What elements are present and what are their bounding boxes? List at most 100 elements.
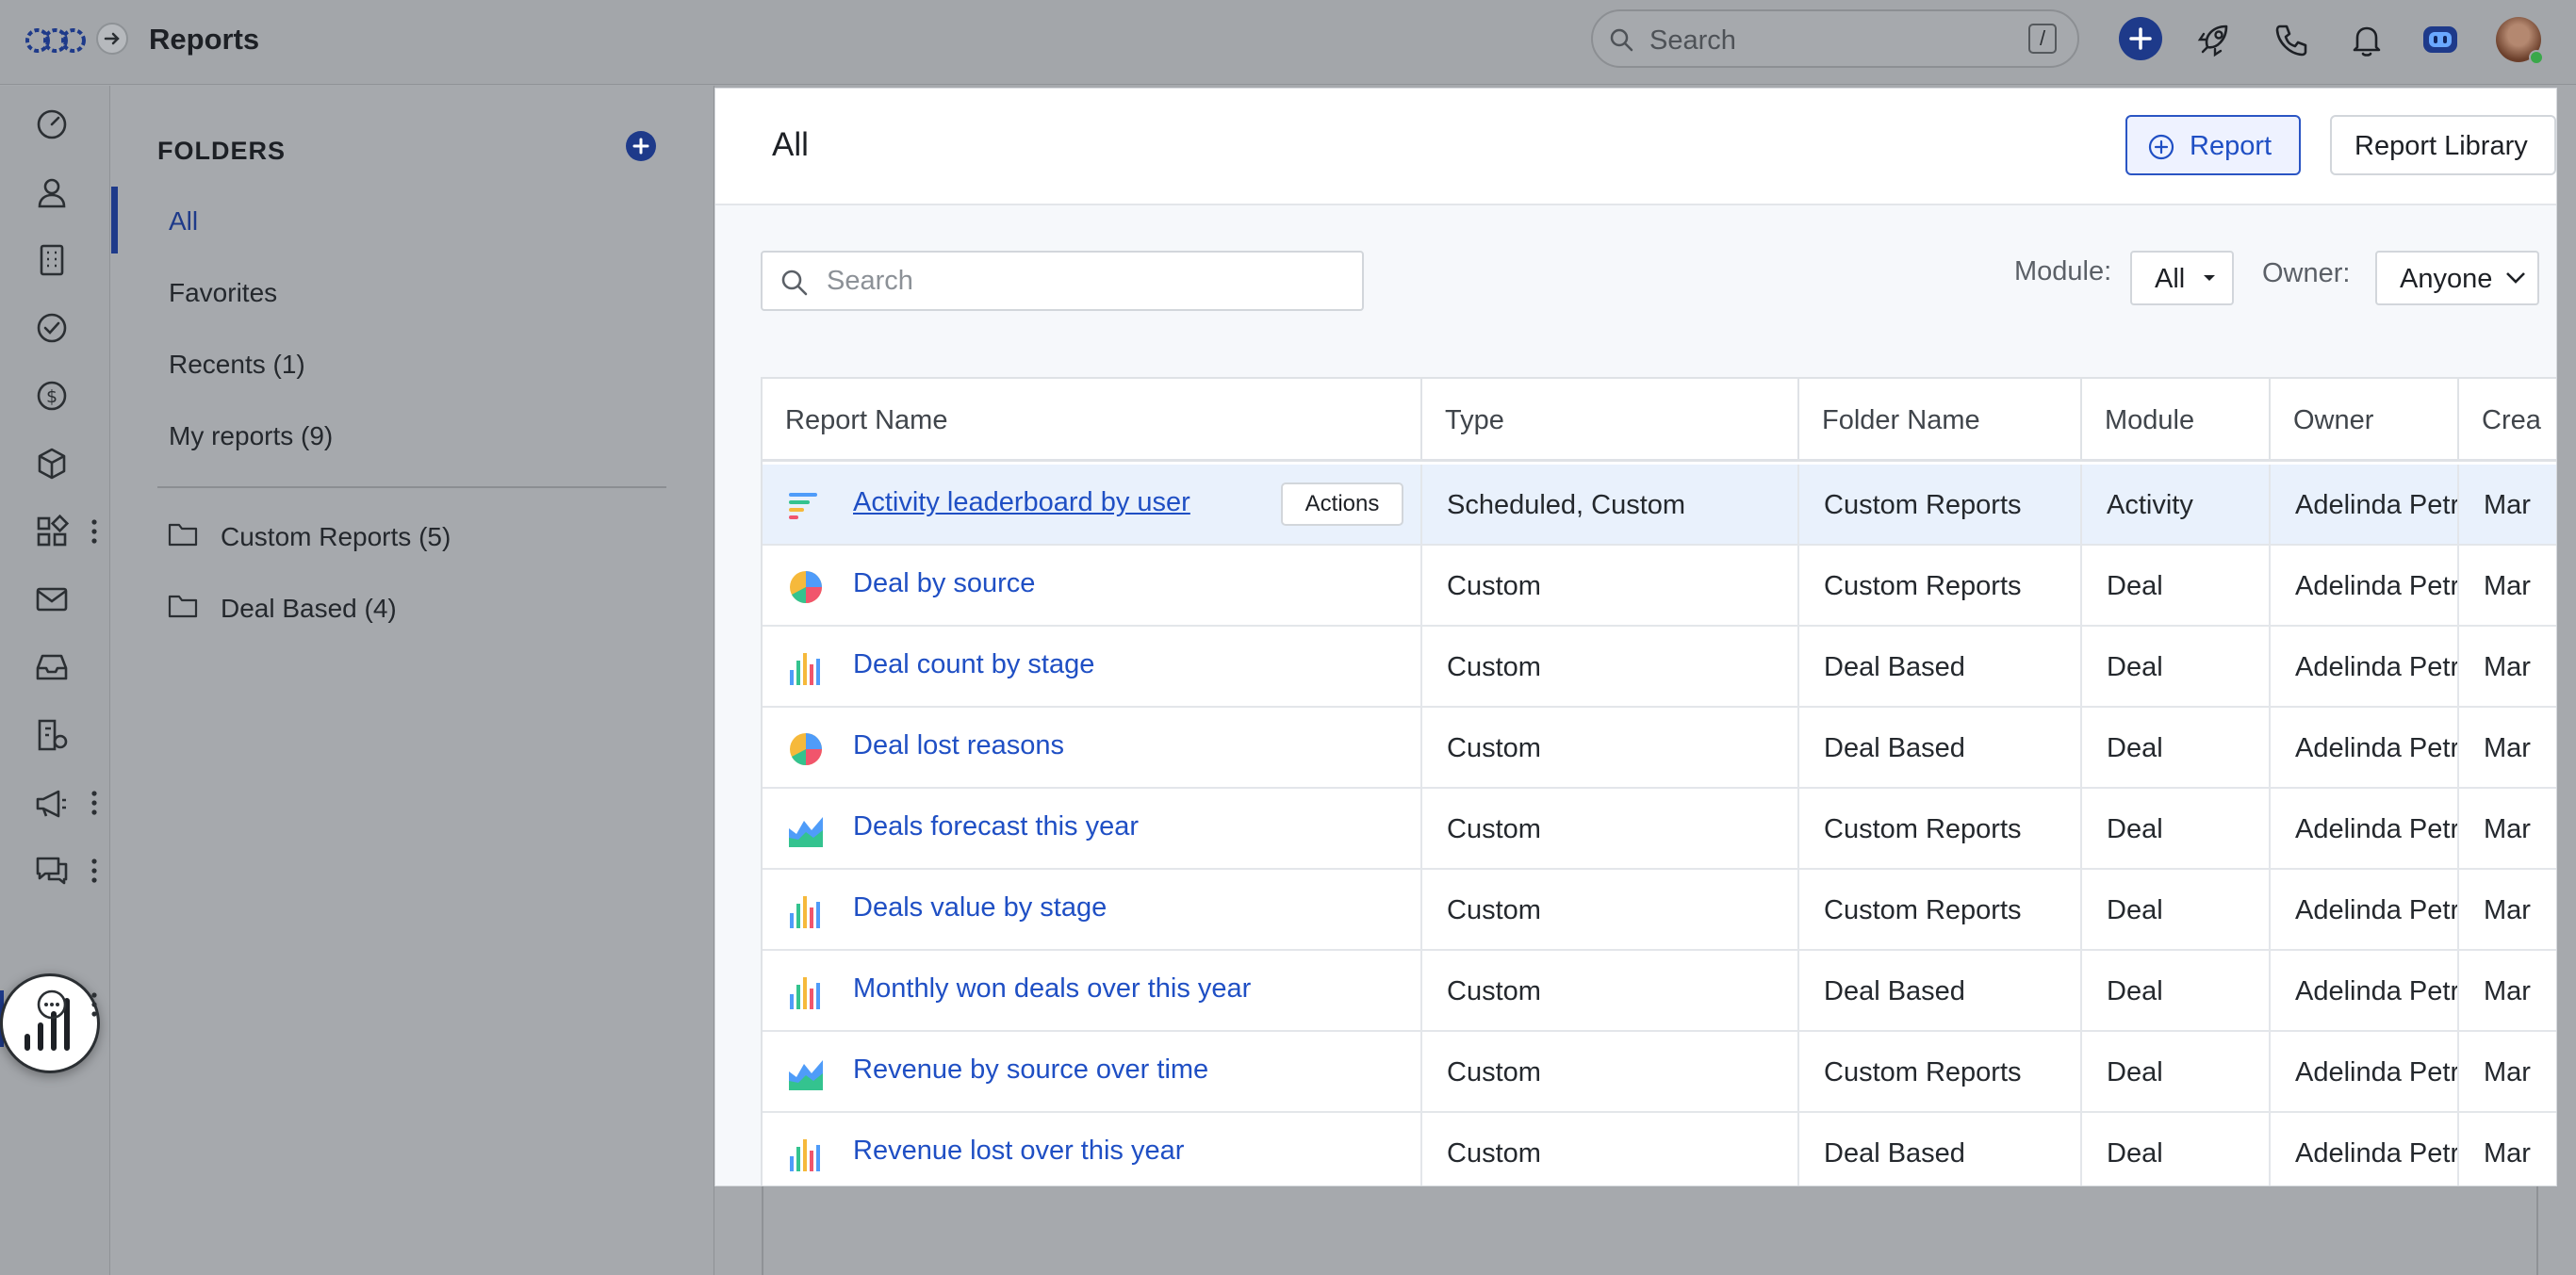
report-library-button[interactable]: Report Library — [2330, 115, 2556, 175]
new-report-button[interactable]: Report — [2125, 115, 2301, 175]
chat-more-icon[interactable] — [89, 857, 100, 885]
bell-icon[interactable] — [2346, 19, 2387, 60]
pie-chart-icon — [790, 571, 822, 603]
report-name-link[interactable]: Revenue lost over this year — [853, 1136, 1184, 1167]
products-box-icon[interactable] — [32, 444, 72, 483]
contacts-icon[interactable] — [32, 172, 72, 212]
user-avatar[interactable] — [2496, 17, 2544, 65]
column-header-owner[interactable]: Owner — [2271, 379, 2459, 462]
table-row[interactable]: Deal by source Custom Custom Reports Deal Ad… — [763, 546, 2556, 627]
report-name-cell: Deals forecast this year — [763, 789, 1422, 870]
table-row[interactable]: Revenue lost over this year Custom Deal Ba… — [763, 1113, 2556, 1185]
folder-value: Custom Reports — [1824, 1057, 2022, 1087]
accounts-building-icon[interactable] — [32, 240, 72, 280]
module-filter-value: All — [2155, 264, 2186, 294]
search-icon — [1610, 28, 1633, 52]
search-icon — [781, 270, 808, 296]
folder-my-reports[interactable]: My reports (9) — [169, 421, 333, 451]
chat-icon[interactable] — [32, 851, 72, 891]
apps-grid-icon[interactable] — [32, 512, 72, 551]
table-row[interactable]: Revenue by source over time Custom Custom … — [763, 1032, 2556, 1113]
page-title: All — [772, 126, 809, 163]
folder-cell: Deal Based — [1799, 708, 2082, 789]
report-name-link[interactable]: Revenue by source over time — [853, 1054, 1208, 1086]
plus-icon — [632, 138, 649, 155]
type-cell: Custom — [1422, 546, 1799, 627]
report-search[interactable] — [761, 251, 1364, 311]
folder-value: Custom Reports — [1824, 814, 2022, 844]
created-value: Mar — [2484, 976, 2531, 1006]
column-header-created[interactable]: Crea — [2459, 379, 2556, 462]
report-name-link[interactable]: Deal count by stage — [853, 649, 1094, 680]
dashboard-icon[interactable] — [32, 105, 72, 144]
column-header-report-name[interactable]: Report Name — [763, 379, 1422, 462]
expand-sidebar-button[interactable] — [96, 23, 128, 55]
created-value: Mar — [2484, 895, 2531, 925]
campaigns-megaphone-icon[interactable] — [32, 783, 72, 823]
more-options-menu-icon[interactable] — [89, 990, 100, 1019]
tasks-check-icon[interactable] — [32, 308, 72, 348]
table-row[interactable]: Deal count by stage Custom Deal Based Deal A… — [763, 627, 2556, 708]
owner-filter-select[interactable]: Anyone — [2375, 251, 2539, 305]
type-value: Custom — [1447, 976, 1541, 1006]
owner-value: Adelinda Petr — [2295, 571, 2459, 601]
owner-filter-value: Anyone — [2400, 264, 2493, 294]
global-search[interactable]: Search / — [1591, 9, 2079, 68]
apps-more-icon[interactable] — [89, 517, 100, 546]
created-value: Mar — [2484, 652, 2531, 682]
report-name-link[interactable]: Deals forecast this year — [853, 811, 1139, 842]
assistant-bot-icon[interactable] — [2420, 19, 2461, 60]
report-library-label: Report Library — [2354, 131, 2528, 161]
module-value: Deal — [2107, 733, 2163, 763]
owner-cell: Adelinda Petr — [2271, 546, 2459, 627]
module-cell: Deal — [2082, 627, 2271, 708]
table-row[interactable]: Deals forecast this year Custom Custom Rep… — [763, 789, 2556, 870]
table-row[interactable]: Monthly won deals over this year Custom De… — [763, 951, 2556, 1032]
row-actions-button[interactable]: Actions — [1281, 482, 1403, 526]
column-header-module[interactable]: Module — [2082, 379, 2271, 462]
more-options-circle-icon[interactable] — [32, 985, 72, 1024]
created-value: Mar — [2484, 1138, 2531, 1169]
type-cell: Scheduled, Custom — [1422, 465, 1799, 546]
table-row[interactable]: Activity leaderboard by user Actions Sched… — [763, 465, 2556, 546]
module-filter-select[interactable]: All — [2130, 251, 2234, 305]
bar-chart-icon — [790, 977, 820, 1009]
report-name-cell: Monthly won deals over this year — [763, 951, 1422, 1032]
report-name-cell: Deal lost reasons — [763, 708, 1422, 789]
mail-icon[interactable] — [32, 580, 72, 619]
folder-all[interactable]: All — [169, 206, 198, 237]
module-value: Deal — [2107, 571, 2163, 601]
column-header-type[interactable]: Type — [1422, 379, 1799, 462]
column-header-folder-name[interactable]: Folder Name — [1799, 379, 2082, 462]
rocket-icon[interactable] — [2194, 19, 2236, 60]
table-row[interactable]: Deals value by stage Custom Custom Reports… — [763, 870, 2556, 951]
inbox-icon[interactable] — [32, 647, 72, 687]
phone-icon[interactable] — [2271, 19, 2312, 60]
folder-recents[interactable]: Recents (1) — [169, 350, 305, 380]
type-value: Custom — [1447, 814, 1541, 844]
deals-dollar-icon[interactable]: $ — [32, 376, 72, 416]
folder-cell: Custom Reports — [1799, 546, 2082, 627]
created-value: Mar — [2484, 490, 2531, 520]
owner-cell: Adelinda Petr — [2271, 1032, 2459, 1113]
sequences-icon[interactable] — [32, 715, 72, 755]
folder-value: Custom Reports — [1824, 571, 2022, 601]
table-row[interactable]: Deal lost reasons Custom Deal Based Deal Ade… — [763, 708, 2556, 789]
report-name-link[interactable]: Activity leaderboard by user — [853, 487, 1190, 518]
leaderboard-icon — [789, 493, 817, 519]
created-value: Mar — [2484, 733, 2531, 763]
folder-favorites[interactable]: Favorites — [169, 278, 277, 308]
quick-add-button[interactable] — [2119, 17, 2162, 60]
folder-cell: Custom Reports — [1799, 1032, 2082, 1113]
owner-cell: Adelinda Petr — [2271, 870, 2459, 951]
folders-title: FOLDERS — [157, 137, 287, 165]
campaigns-more-icon[interactable] — [89, 789, 100, 817]
report-search-input[interactable] — [827, 262, 1336, 300]
report-name-link[interactable]: Monthly won deals over this year — [853, 973, 1251, 1005]
report-name-link[interactable]: Deals value by stage — [853, 892, 1107, 924]
report-name-link[interactable]: Deal lost reasons — [853, 730, 1064, 761]
add-folder-button[interactable] — [626, 131, 656, 161]
report-name-link[interactable]: Deal by source — [853, 568, 1035, 599]
module-value: Deal — [2107, 652, 2163, 682]
app-logo-icon[interactable] — [25, 21, 87, 60]
